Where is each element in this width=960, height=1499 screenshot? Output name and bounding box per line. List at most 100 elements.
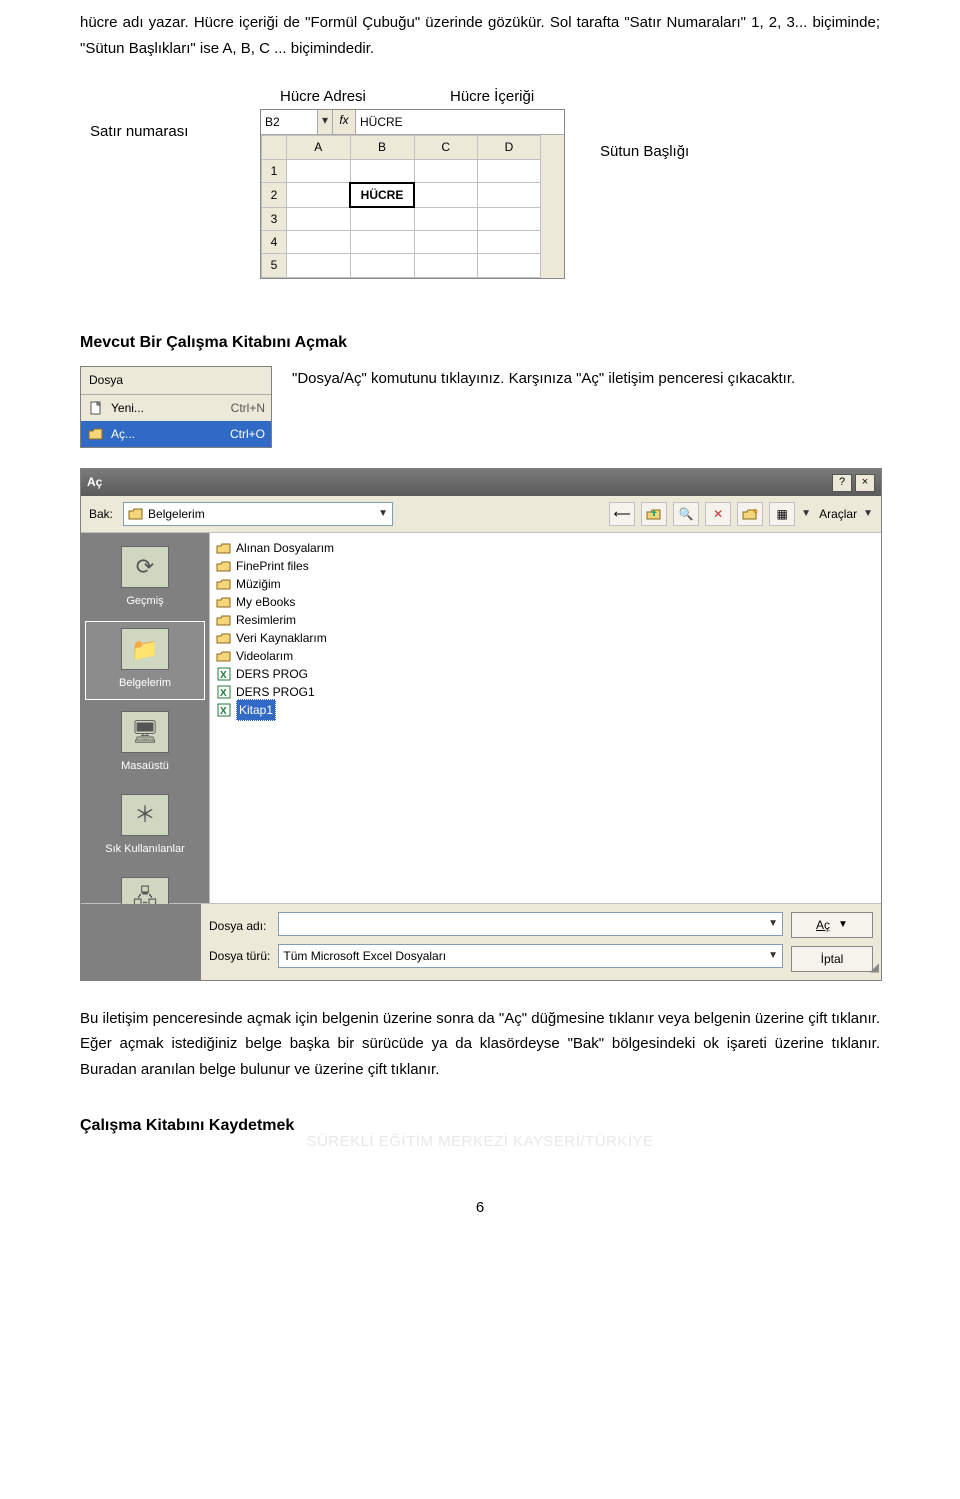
delete-button[interactable]: ✕ [705,502,731,526]
close-button[interactable]: × [855,474,875,492]
new-folder-icon: ✳ [742,507,758,521]
folder-icon [216,648,232,664]
excel-file-icon: X [216,684,232,700]
svg-text:✳: ✳ [752,507,758,516]
menu-item-label: Yeni... [111,398,144,418]
after-paragraph: Bu iletişim penceresinde açmak için belg… [80,1006,880,1083]
row-header[interactable]: 5 [262,254,287,277]
cancel-button[interactable]: İptal [791,946,873,972]
file-menu-title[interactable]: Dosya [81,367,271,394]
up-folder-button[interactable] [641,502,667,526]
folder-icon [216,630,232,646]
place-item[interactable]: 📁 Belgelerim [85,621,205,700]
folder-icon [216,612,232,628]
file-list[interactable]: Alınan DosyalarımFinePrint filesMüziğimM… [209,533,881,903]
place-icon: ⟳ [121,546,169,588]
svg-text:X: X [220,688,227,699]
open-button[interactable]: Aç ▼ [791,912,873,938]
place-item[interactable]: 🖥 Masaüstü [85,704,205,783]
section-heading-open: Mevcut Bir Çalışma Kitabını Açmak [80,329,880,356]
resize-grip-icon[interactable]: ◢ [870,957,879,977]
col-header[interactable]: D [478,136,541,159]
menu-item-label: Aç... [111,424,135,444]
place-label: Geçmiş [88,592,202,611]
row-header[interactable]: 2 [262,183,287,207]
chevron-down-icon: ▼ [801,505,811,522]
place-icon: 🖥 [121,711,169,753]
file-menu: Dosya Yeni... Ctrl+N Aç... Ctrl+O [80,366,272,448]
excel-mini-grid: B2 ▾ fx HÜCRE A B C D 1 2 HÜCRE 3 4 5 [260,109,565,279]
excel-file-icon: X [216,666,232,682]
row-header[interactable]: 3 [262,207,287,230]
fx-label[interactable]: fx [333,110,356,134]
folder-icon [216,540,232,556]
name-box[interactable]: B2 [261,110,318,134]
filetype-label: Dosya türü: [209,946,270,966]
filetype-combo[interactable]: Tüm Microsoft Excel Dosyaları ▼ [278,944,783,968]
file-row[interactable]: X Kitap1 [216,701,875,719]
chevron-down-icon: ▼ [768,915,778,932]
up-folder-icon [646,507,662,521]
col-header[interactable]: B [350,136,414,159]
file-row[interactable]: Müziğim [216,575,875,593]
col-header[interactable]: A [287,136,351,159]
svg-text:X: X [220,706,227,717]
chevron-down-icon: ▼ [378,505,388,522]
excel-file-icon: X [216,702,232,718]
active-cell[interactable]: HÜCRE [350,183,414,207]
file-name: Kitap1 [236,699,276,721]
new-file-icon [87,400,105,416]
filetype-value: Tüm Microsoft Excel Dosyaları [283,946,446,966]
file-row[interactable]: Alınan Dosyalarım [216,539,875,557]
file-row[interactable]: XDERS PROG [216,665,875,683]
chevron-down-icon: ▼ [838,916,848,933]
place-label: Masaüstü [88,757,202,776]
label-sutun-basligi: Sütun Başlığı [600,139,689,165]
place-label: Sık Kullanılanlar [88,840,202,859]
instruction-paragraph: "Dosya/Aç" komutunu tıklayınız. Karşınız… [292,366,880,392]
formula-bar[interactable]: HÜCRE [356,110,564,134]
place-label: Belgelerim [88,674,202,693]
label-satir-numarasi: Satır numarası [90,119,188,145]
place-item[interactable]: ⟳ Geçmiş [85,539,205,618]
open-folder-icon [87,426,105,442]
search-icon: 🔍 [679,504,694,524]
filename-label: Dosya adı: [209,916,270,936]
chevron-down-icon: ▼ [863,505,873,522]
file-row[interactable]: Resimlerim [216,611,875,629]
row-header[interactable]: 1 [262,159,287,182]
file-row[interactable]: Veri Kaynaklarım [216,629,875,647]
row-header[interactable]: 4 [262,230,287,253]
delete-icon: ✕ [713,504,723,524]
menu-item-new[interactable]: Yeni... Ctrl+N [81,395,271,421]
label-hucre-icerigi: Hücre İçeriği [450,84,534,110]
page-number: 6 [80,1195,880,1221]
name-box-dropdown-icon[interactable]: ▾ [318,110,333,134]
search-button[interactable]: 🔍 [673,502,699,526]
label-hucre-adresi: Hücre Adresi [280,84,366,110]
excel-cells: A B C D 1 2 HÜCRE 3 4 5 [261,135,541,277]
file-row[interactable]: FinePrint files [216,557,875,575]
back-arrow-icon: ⟵ [614,504,631,524]
file-row[interactable]: My eBooks [216,593,875,611]
folder-icon [216,558,232,574]
menu-item-shortcut: Ctrl+O [230,424,265,444]
file-row[interactable]: XDERS PROG1 [216,683,875,701]
back-button[interactable]: ⟵ [609,502,635,526]
place-icon: 📁 [121,628,169,670]
help-button[interactable]: ? [832,474,852,492]
chevron-down-icon: ▼ [768,947,778,964]
menu-item-open[interactable]: Aç... Ctrl+O [81,421,271,447]
new-folder-button[interactable]: ✳ [737,502,763,526]
places-bar: ⟳ Geçmiş 📁 Belgelerim 🖥 Masaüstü ＊Sık Kullanıl… [81,533,209,903]
open-dialog: Aç ? × Bak: Belgelerim ▼ ⟵ 🔍 ✕ ✳ [80,468,882,980]
svg-text:X: X [220,670,227,681]
col-header[interactable]: C [414,136,478,159]
filename-input[interactable]: ▼ [278,912,783,936]
views-button[interactable]: ▦ [769,502,795,526]
tools-label[interactable]: Araçlar [819,504,857,524]
place-item[interactable]: ＊Sık Kullanılanlar [85,787,205,866]
look-in-combo[interactable]: Belgelerim ▼ [123,502,393,526]
folder-icon [216,594,232,610]
file-row[interactable]: Videolarım [216,647,875,665]
